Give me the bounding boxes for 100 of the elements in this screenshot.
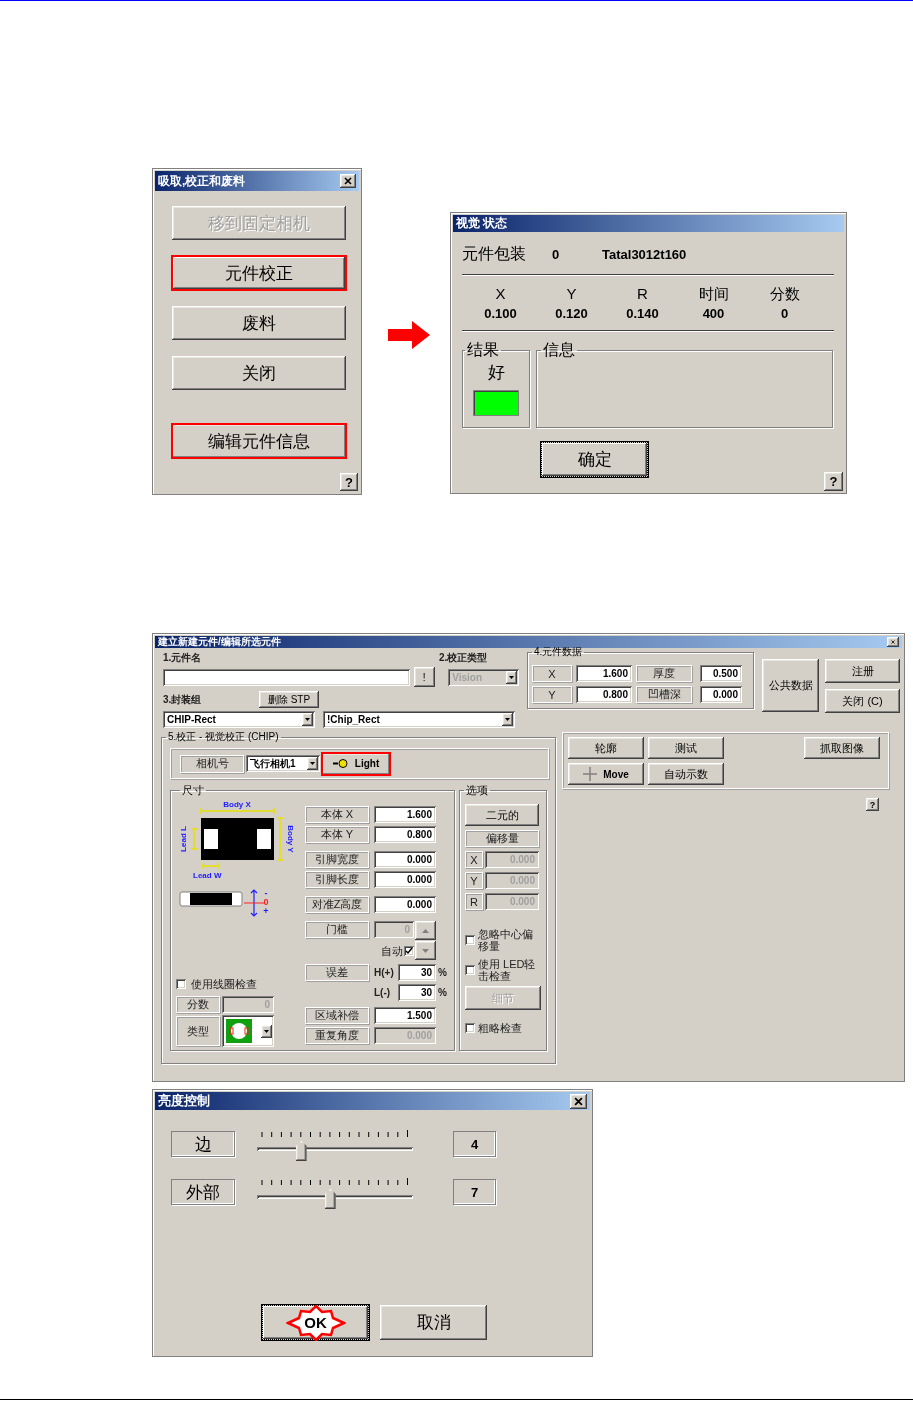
z-mark: -	[264, 888, 268, 898]
field-label: Y	[532, 686, 572, 703]
slider-value: 4	[453, 1131, 496, 1157]
input-field[interactable]: 0.500	[700, 665, 742, 682]
close-button[interactable]	[570, 1093, 587, 1109]
column-value: 0.120	[554, 306, 589, 321]
dropdown-field[interactable]	[222, 1015, 274, 1047]
arrow-icon	[388, 321, 430, 349]
field-label: X	[532, 665, 572, 682]
checkbox-label: 自动	[381, 944, 403, 957]
slider-thumb[interactable]	[295, 1141, 307, 1161]
field-label: 相机号	[180, 754, 244, 773]
ok-button[interactable]: OK	[262, 1305, 369, 1340]
dropdown-field[interactable]: !Chip_Rect	[323, 711, 515, 728]
field-label: 1.元件名	[163, 651, 203, 665]
group-label: 4.元件数据	[533, 645, 584, 659]
input-field[interactable]: 0.000	[374, 871, 436, 888]
dialog-button[interactable]: 元件校正	[172, 256, 346, 290]
slider-thumb[interactable]	[324, 1189, 336, 1209]
group-label: 选项	[465, 783, 489, 798]
input-field[interactable]: 30	[398, 964, 436, 981]
input-field[interactable]: 0.800	[576, 686, 632, 703]
dropdown-field[interactable]: CHIP-Rect	[163, 711, 315, 728]
dialog-button[interactable]: 编辑元件信息	[172, 424, 346, 458]
dimension-label: Lead L	[179, 826, 188, 852]
field-label: 2.校正类型	[439, 651, 488, 665]
help-button[interactable]: ?	[866, 798, 879, 811]
close-icon	[344, 177, 352, 185]
input-field[interactable]: 0.000	[374, 896, 436, 913]
input-field[interactable]: 1.500	[374, 1007, 436, 1024]
input-field[interactable]: 1.600	[576, 665, 632, 682]
input-field[interactable]: 0.000	[374, 851, 436, 868]
move-button[interactable]: Move	[568, 763, 644, 785]
field-label: 厚度	[636, 665, 692, 682]
spin-up-button[interactable]	[415, 921, 436, 940]
action-button[interactable]: 轮廓	[568, 737, 644, 759]
checkbox-label: 使用线圈检查	[191, 978, 257, 990]
help-button[interactable]: ?	[824, 472, 843, 491]
ok-button[interactable]: 确定	[541, 442, 648, 477]
dialog-button[interactable]: 废料	[172, 306, 346, 340]
window-title: 亮度控制	[158, 1092, 210, 1110]
triangle-down-icon	[422, 948, 429, 953]
field-label: 类型	[176, 1016, 220, 1046]
close-button[interactable]	[340, 174, 356, 188]
checkbox[interactable]	[176, 979, 186, 989]
action-button[interactable]: 测试	[648, 737, 724, 759]
slider-track[interactable]	[257, 1128, 413, 1160]
binary-button[interactable]: 二元的	[465, 804, 539, 826]
dimension-label: Body Y	[286, 825, 295, 853]
field-label: 元件包装	[462, 243, 527, 264]
help-button[interactable]: ?	[340, 473, 358, 491]
column-value: 0.100	[483, 306, 518, 321]
register-button[interactable]: 注册	[825, 659, 900, 683]
field-label: 本体 Y	[305, 826, 369, 843]
delete-button[interactable]: 删除 STP	[259, 691, 319, 708]
field-label: 凹槽深	[636, 686, 692, 703]
dialog-button[interactable]: 关闭	[172, 356, 346, 390]
window-title: 建立新建元件/编辑所选元件	[158, 635, 281, 649]
field-value: Tatal3012t160	[602, 246, 687, 262]
close-icon	[891, 640, 895, 644]
close-icon	[574, 1096, 583, 1106]
spin-down-button[interactable]	[415, 941, 436, 960]
action-button[interactable]: 抓取图像	[804, 737, 880, 759]
input-field[interactable]: 0.800	[374, 826, 436, 843]
checkbox[interactable]	[465, 935, 475, 945]
checkbox-label: 忽略中心偏移量	[478, 928, 534, 952]
checkbox-label: 使用 LED轻击检查	[478, 958, 537, 982]
field-label: X	[465, 851, 483, 868]
field-label: 引脚宽度	[305, 851, 369, 868]
checkbox[interactable]	[465, 1023, 475, 1033]
input-field[interactable]: 1.600	[374, 806, 436, 823]
field-label: 引脚长度	[305, 871, 369, 888]
slider-track[interactable]	[257, 1176, 413, 1208]
column-value: 400	[701, 306, 726, 321]
field-label: 分数	[176, 996, 220, 1013]
unit-label: %	[438, 967, 447, 978]
common-data-button[interactable]: 公共数据	[762, 659, 819, 712]
z-mark: +	[263, 906, 269, 916]
bang-button[interactable]: !	[413, 667, 435, 687]
field-label: R	[465, 893, 483, 910]
cancel-button[interactable]: 取消	[380, 1305, 487, 1340]
close-button[interactable]	[887, 637, 899, 647]
triangle-up-icon	[422, 928, 429, 933]
dropdown-field[interactable]: 飞行相机1	[246, 755, 320, 772]
group-label: 信息	[542, 340, 576, 360]
action-button[interactable]: 自动示数	[648, 763, 724, 785]
light-button[interactable]: Light	[322, 752, 390, 775]
checkbox[interactable]	[465, 965, 475, 975]
input-field[interactable]	[163, 668, 410, 686]
field-label: H(+)	[374, 967, 395, 978]
close-button[interactable]: 关闭 (C)	[825, 689, 900, 713]
window-title: 视觉 状态	[456, 215, 508, 232]
group-label: 5.校正 - 视觉校正 (CHIP)	[167, 730, 280, 744]
field-label: 误差	[305, 964, 369, 981]
input-field[interactable]: 30	[398, 984, 436, 1001]
column-header: R	[636, 285, 649, 304]
window-title: 吸取,校正和废料	[158, 172, 246, 190]
checkbox[interactable]	[404, 945, 414, 956]
input-field[interactable]: 0.000	[700, 686, 742, 703]
checkbox-label: 粗略检查	[478, 1022, 522, 1034]
